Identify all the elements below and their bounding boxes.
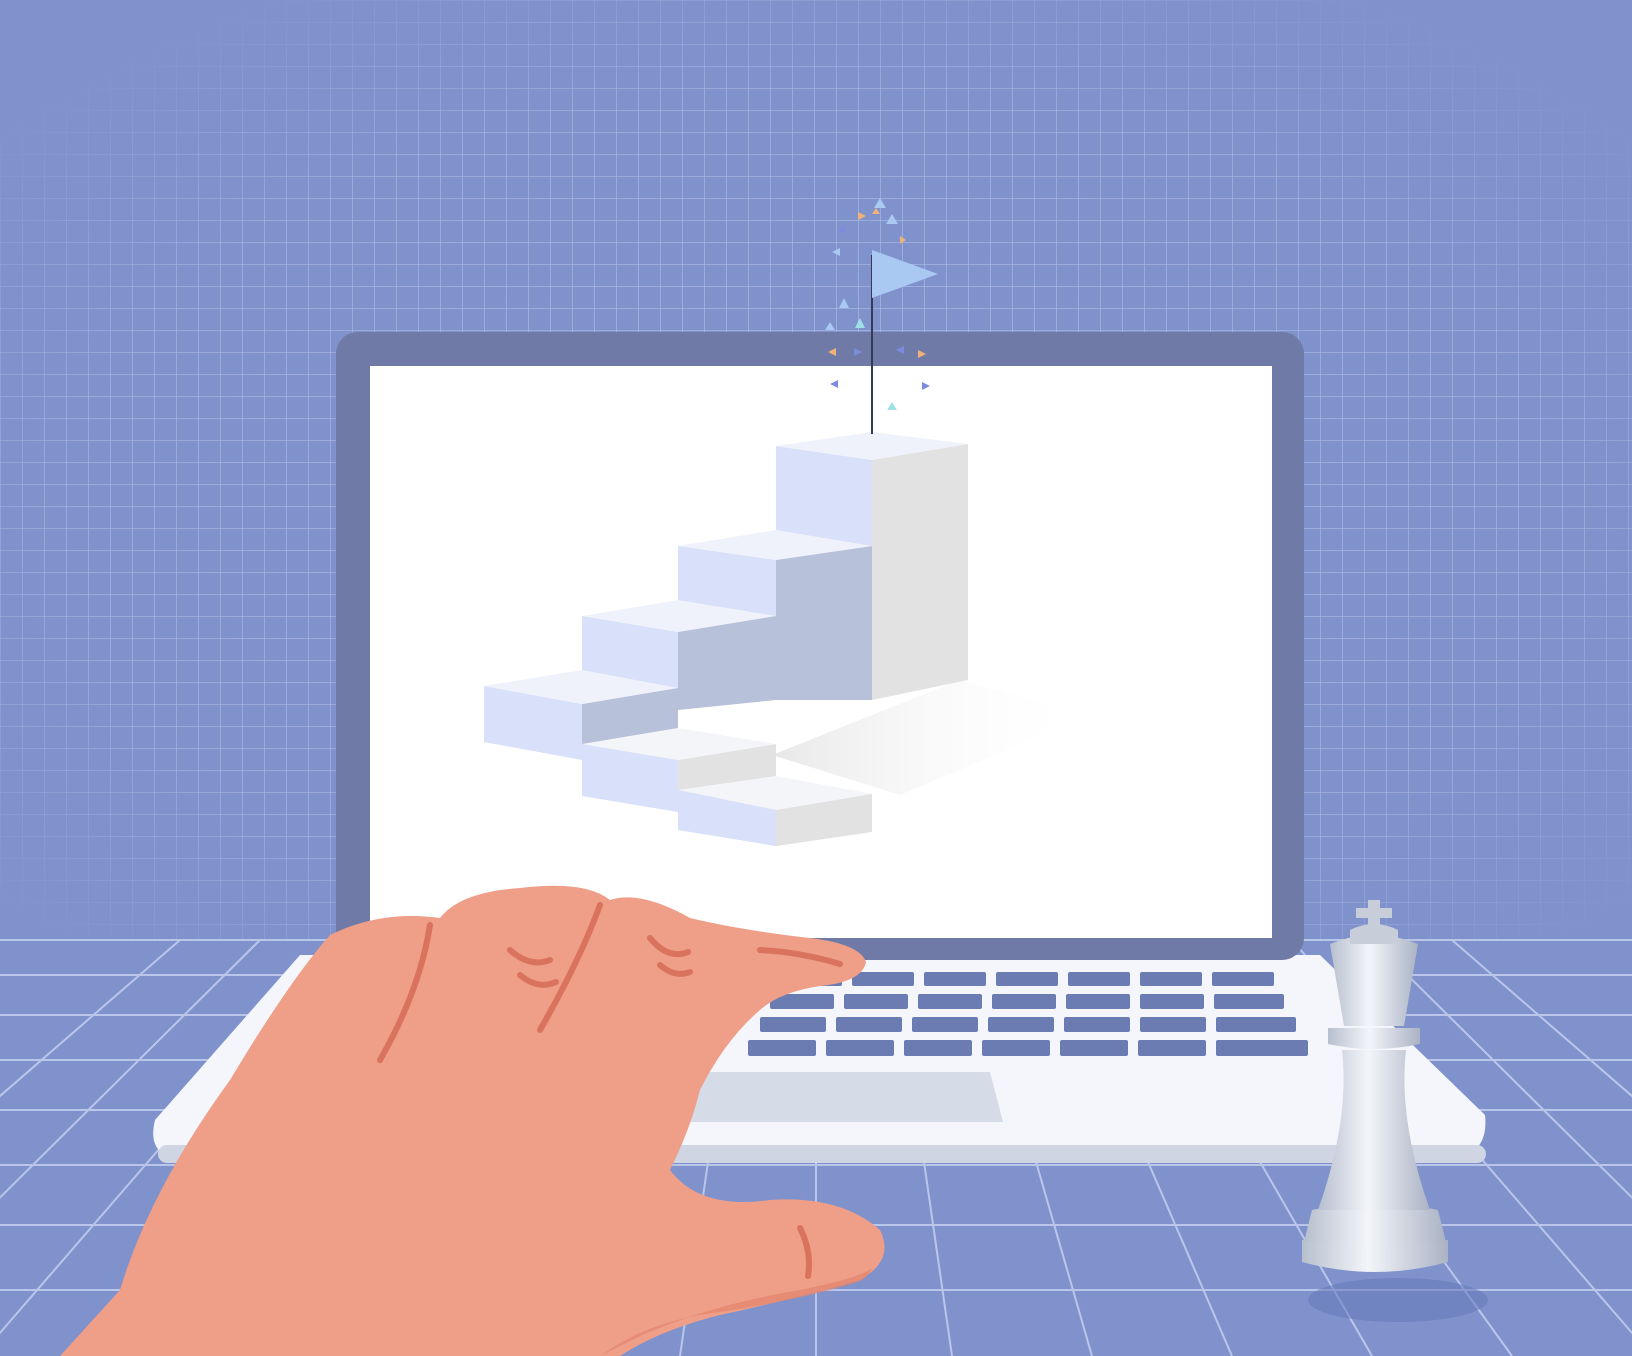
trackpad <box>678 1072 1003 1122</box>
illustration-scene <box>0 0 1632 1356</box>
